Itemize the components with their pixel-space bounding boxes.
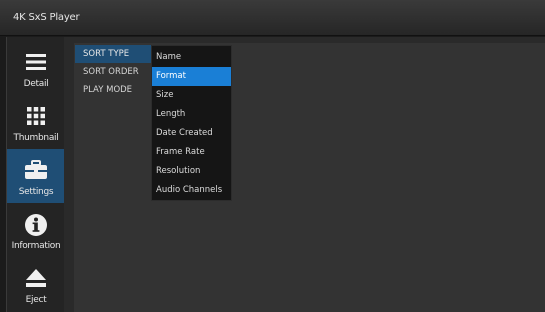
dropdown-option-audio-channels[interactable]: Audio Channels	[152, 181, 231, 200]
sidebar-item-label: Detail	[23, 79, 49, 89]
menu-item-sort-order[interactable]: SORT ORDER	[75, 63, 151, 81]
sidebar-item-label: Information	[11, 241, 61, 251]
window-title: 4K SxS Player	[13, 12, 80, 23]
sidebar-item-thumbnail[interactable]: Thumbnail	[7, 95, 65, 149]
dropdown-option-resolution[interactable]: Resolution	[152, 162, 231, 181]
sidebar-item-label: Thumbnail	[13, 133, 59, 143]
dropdown-option-format[interactable]: Format	[152, 67, 231, 86]
dropdown-option-size[interactable]: Size	[152, 86, 231, 105]
sidebar: Detail Thumbnail Settings Information Ej…	[6, 37, 65, 312]
sidebar-item-settings[interactable]: Settings	[7, 149, 65, 203]
toolbox-icon	[7, 159, 65, 183]
dropdown-option-length[interactable]: Length	[152, 105, 231, 124]
dropdown-option-date-created[interactable]: Date Created	[152, 124, 231, 143]
sort-type-dropdown: Name Format Size Length Date Created Fra…	[151, 45, 232, 201]
settings-menu: SORT TYPE SORT ORDER PLAY MODE	[75, 45, 151, 99]
sidebar-item-detail[interactable]: Detail	[7, 41, 65, 95]
grid-icon	[7, 105, 65, 129]
sidebar-item-eject[interactable]: Eject	[7, 257, 65, 311]
sidebar-item-information[interactable]: Information	[7, 203, 65, 257]
menu-item-play-mode[interactable]: PLAY MODE	[75, 81, 151, 99]
sidebar-item-label: Eject	[25, 295, 47, 305]
title-bar: 4K SxS Player	[0, 0, 545, 36]
info-icon	[7, 213, 65, 237]
dropdown-option-frame-rate[interactable]: Frame Rate	[152, 143, 231, 162]
eject-icon	[7, 267, 65, 291]
menu-item-sort-type[interactable]: SORT TYPE	[75, 45, 151, 63]
sidebar-item-label: Settings	[18, 187, 54, 197]
dropdown-option-name[interactable]: Name	[152, 48, 231, 67]
list-icon	[7, 51, 65, 75]
